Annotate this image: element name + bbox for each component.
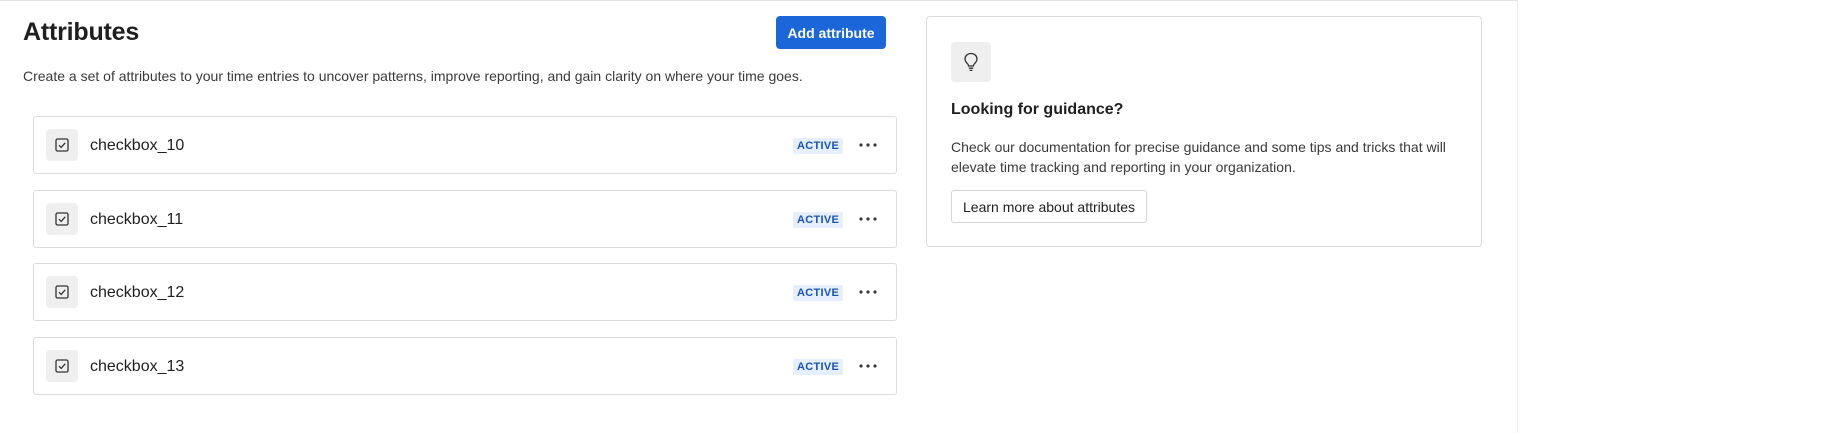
guidance-title: Looking for guidance? <box>951 101 1124 118</box>
checkbox-icon <box>46 350 78 382</box>
add-attribute-button[interactable]: Add attribute <box>776 16 886 49</box>
checkbox-icon <box>46 203 78 235</box>
status-badge: ACTIVE <box>793 138 844 154</box>
checkbox-icon <box>46 276 78 308</box>
lightbulb-icon <box>951 42 991 82</box>
attribute-name: checkbox_10 <box>90 137 185 154</box>
status-badge: ACTIVE <box>793 212 844 228</box>
top-divider <box>0 0 1517 1</box>
guidance-card: Looking for guidance? Check our document… <box>926 16 1482 247</box>
more-options-icon[interactable] <box>854 134 882 156</box>
checkbox-icon <box>46 129 78 161</box>
content-edge-divider <box>1517 0 1518 433</box>
more-options-icon[interactable] <box>854 355 882 377</box>
attribute-row[interactable]: checkbox_10 ACTIVE <box>33 116 897 174</box>
status-badge: ACTIVE <box>793 359 844 375</box>
attribute-row[interactable]: checkbox_11 ACTIVE <box>33 190 897 248</box>
more-options-icon[interactable] <box>854 208 882 230</box>
more-options-icon[interactable] <box>854 281 882 303</box>
attribute-name: checkbox_12 <box>90 284 185 301</box>
status-badge: ACTIVE <box>793 285 844 301</box>
attribute-name: checkbox_13 <box>90 358 185 375</box>
guidance-text: Check our documentation for precise guid… <box>951 139 1446 175</box>
attribute-row[interactable]: checkbox_13 ACTIVE <box>33 337 897 395</box>
attribute-list: checkbox_10 ACTIVE checkbox_11 ACTIVE ch… <box>33 116 897 411</box>
attribute-row[interactable]: checkbox_12 ACTIVE <box>33 263 897 321</box>
page-description: Create a set of attributes to your time … <box>23 68 803 84</box>
page-title: Attributes <box>23 18 140 46</box>
learn-more-button[interactable]: Learn more about attributes <box>951 190 1147 223</box>
attribute-name: checkbox_11 <box>90 211 184 228</box>
